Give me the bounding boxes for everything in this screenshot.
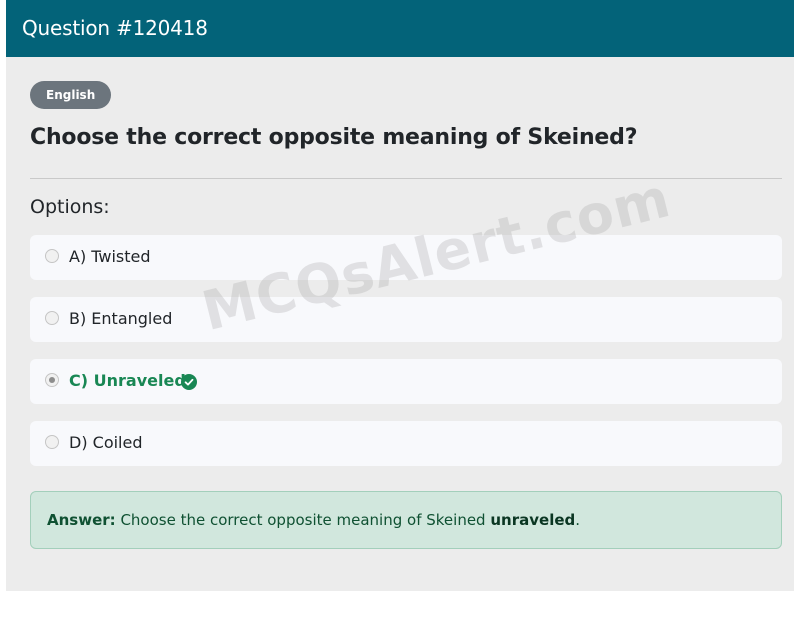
- question-number-title: Question #120418: [22, 16, 208, 40]
- option-d[interactable]: D) Coiled: [30, 421, 782, 466]
- option-d-radio[interactable]: [45, 435, 59, 449]
- answer-text: Answer: Choose the correct opposite mean…: [47, 511, 580, 529]
- options-label: Options:: [30, 196, 110, 218]
- option-d-label: D) Coiled: [69, 433, 143, 452]
- language-badge: English: [30, 81, 112, 109]
- question-card: Question #120418 English Choose the corr…: [6, 0, 794, 591]
- question-header: Question #120418: [6, 0, 794, 57]
- answer-label: Answer:: [47, 511, 116, 529]
- answer-suffix: .: [575, 511, 581, 529]
- option-b[interactable]: B) Entangled: [30, 297, 782, 342]
- option-c-label: C) Unraveled: [69, 371, 186, 390]
- answer-word: unraveled: [490, 511, 576, 529]
- answer-sentence: Choose the correct opposite meaning of S…: [120, 511, 486, 529]
- option-c-radio[interactable]: [45, 373, 59, 387]
- option-a-label: A) Twisted: [69, 247, 151, 266]
- option-b-label: B) Entangled: [69, 309, 173, 328]
- option-a[interactable]: A) Twisted: [30, 235, 782, 280]
- answer-box: Answer: Choose the correct opposite mean…: [30, 491, 782, 549]
- option-c[interactable]: C) Unraveled: [30, 359, 782, 404]
- option-b-radio[interactable]: [45, 311, 59, 325]
- option-a-radio[interactable]: [45, 249, 59, 263]
- check-circle-icon: [181, 374, 197, 390]
- question-text: Choose the correct opposite meaning of S…: [30, 125, 638, 150]
- divider: [30, 178, 782, 179]
